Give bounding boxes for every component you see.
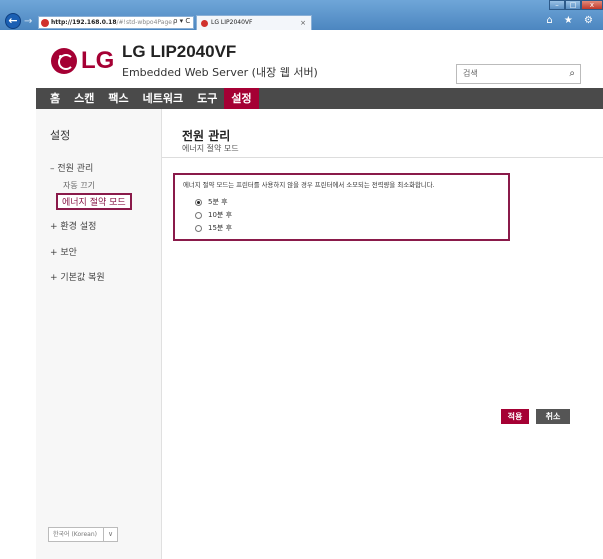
sidebar-item-environment[interactable]: + 환경 설정 (50, 219, 96, 232)
minimize-button[interactable]: – (549, 0, 565, 10)
address-host: http://192.168.0.18 (51, 19, 117, 26)
option-label: 10분 후 (208, 211, 233, 219)
radio-button[interactable] (195, 211, 202, 219)
menu-scan[interactable]: 스캔 (67, 88, 101, 109)
web-server-app: LG LG LIP2040VF Embedded Web Server (내장 … (36, 30, 603, 559)
address-path: /#!std-wbpo4Page (116, 19, 172, 26)
language-label: 한국어 (Korean) (53, 531, 97, 538)
forward-arrow-icon[interactable]: → (24, 16, 32, 27)
home-star-gear-icon[interactable]: ⌂ ★ ⚙ (546, 15, 597, 26)
cancel-button[interactable]: 취소 (536, 409, 570, 424)
page-title: 전원 관리 (182, 129, 231, 143)
model-name: LG LIP2040VF (122, 42, 237, 61)
browser-tab[interactable]: LG LIP2040VF × (196, 15, 312, 30)
address-bar[interactable]: http://192.168.0.18/#!std-wbpo4Page (38, 16, 194, 29)
sidebar-item-factory-reset[interactable]: + 기본값 복원 (50, 270, 105, 283)
radio-button[interactable] (195, 224, 202, 232)
option-label: 15분 후 (208, 224, 233, 232)
search-input[interactable]: 검색 ⌕ (456, 64, 581, 84)
apply-button[interactable]: 적용 (501, 409, 529, 424)
tab-favicon-icon (201, 20, 208, 27)
chevron-down-icon[interactable]: ∨ (102, 528, 113, 541)
menu-fax[interactable]: 팩스 (101, 88, 135, 109)
close-window-button[interactable]: x (581, 0, 603, 10)
radio-button[interactable] (195, 198, 202, 206)
window-controls: – □ x (549, 0, 603, 10)
sidebar-item-energy-saving[interactable]: 에너지 절약 모드 (56, 193, 132, 210)
search-placeholder: 검색 (463, 69, 478, 78)
address-tools-icon[interactable]: ρ ▾ C (173, 16, 190, 27)
menu-network[interactable]: 네트워크 (136, 88, 190, 109)
brand-text: LG (81, 47, 115, 74)
option-15min[interactable]: 15분 후 (195, 223, 232, 233)
energy-saving-panel: 에너지 절약 모드는 프린터를 사용하지 않을 경우 프린터에서 소모되는 전력… (173, 173, 510, 241)
maximize-button[interactable]: □ (565, 0, 581, 10)
lg-logo-icon (51, 48, 77, 74)
option-5min[interactable]: 5분 후 (195, 197, 228, 207)
description-text: 에너지 절약 모드는 프린터를 사용하지 않을 경우 프린터에서 소모되는 전력… (183, 181, 435, 189)
tab-close-icon[interactable]: × (300, 16, 306, 30)
sidebar-title: 설정 (50, 129, 71, 142)
language-select[interactable]: 한국어 (Korean) ∨ (48, 527, 119, 542)
sidebar-item-power[interactable]: – 전원 관리 (50, 161, 93, 174)
sidebar-item-auto-off[interactable]: 자동 끄기 (63, 180, 95, 191)
ie-favicon-icon (41, 19, 49, 27)
option-label: 5분 후 (208, 198, 228, 206)
menu-tools[interactable]: 도구 (190, 88, 224, 109)
option-10min[interactable]: 10분 후 (195, 210, 232, 220)
divider (162, 157, 603, 158)
server-subtitle: Embedded Web Server (내장 웹 서버) (122, 66, 318, 79)
menu-home[interactable]: 홈 (36, 88, 67, 109)
menu-settings[interactable]: 설정 (224, 88, 259, 109)
browser-chrome: – □ x ← → http://192.168.0.18/#!std-wbpo… (0, 0, 603, 30)
tab-title: LG LIP2040VF (211, 19, 253, 26)
page-subtitle: 에너지 절약 모드 (182, 144, 239, 153)
back-arrow-icon[interactable]: ← (5, 13, 21, 29)
sidebar: 설정 – 전원 관리 자동 끄기 에너지 절약 모드 + 환경 설정 + 보안 … (36, 109, 162, 559)
search-icon[interactable]: ⌕ (569, 65, 575, 83)
sidebar-item-security[interactable]: + 보안 (50, 245, 77, 258)
main-menu: 홈 스캔 팩스 네트워크 도구 설정 (36, 88, 603, 109)
